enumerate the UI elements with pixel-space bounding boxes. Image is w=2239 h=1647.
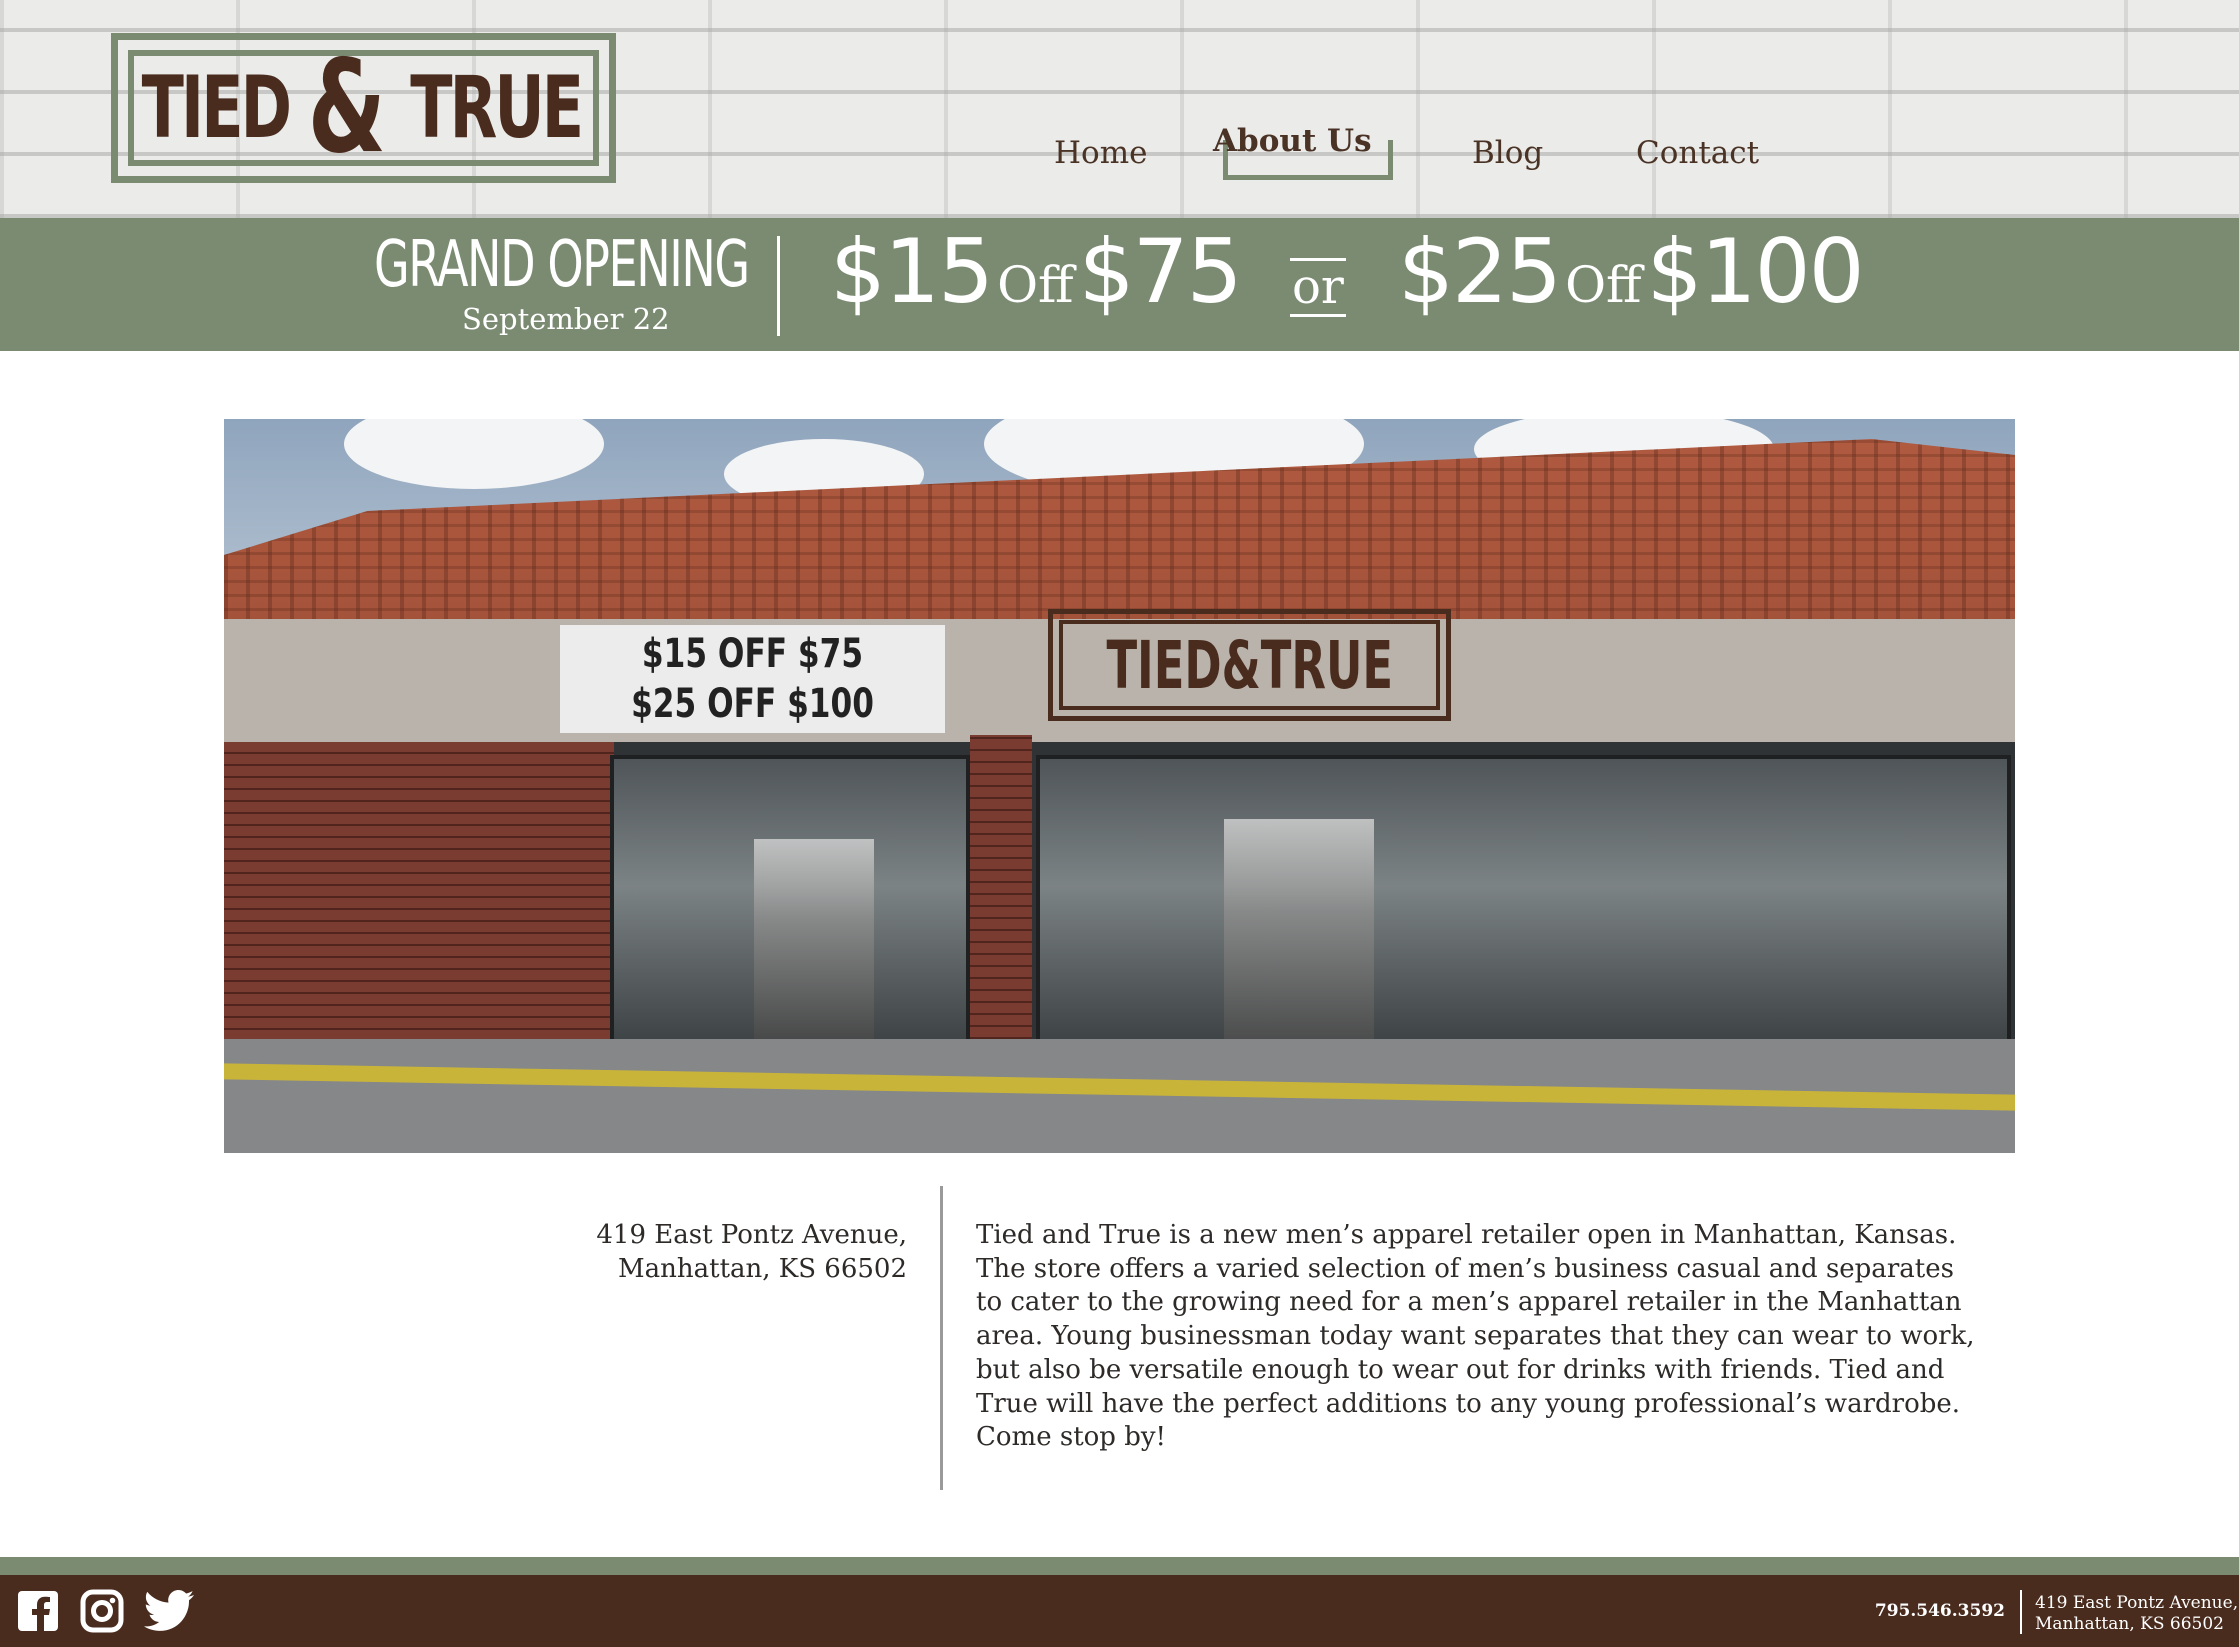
site-footer: 795.546.3592 419 East Pontz Avenue, Manh… [0,1575,2239,1647]
about-description: Tied and True is a new men’s apparel ret… [976,1220,1975,1453]
window-right [1036,755,2011,1045]
sale-sign: $15 OFF $75 $25 OFF $100 [560,625,945,733]
footer-stripe [0,1557,2239,1575]
address-line1: 419 East Pontz Avenue, [596,1220,907,1250]
nav-about-us[interactable]: About Us [1213,123,1372,159]
site-header: TIED & TRUE Home About Us Blog Contact [0,0,2239,218]
promo-banner: GRAND OPENING September 22 $15 Off $75 o… [0,218,2239,351]
offer2-threshold: $100 [1646,220,1865,323]
grand-opening-title: GRAND OPENING [374,228,750,302]
twitter-icon[interactable] [143,1589,196,1633]
logo-ampersand: & [308,33,387,182]
nav-home[interactable]: Home [1054,135,1147,171]
store-address: 419 East Pontz Avenue, Manhattan, KS 665… [560,1218,907,1286]
offer1-threshold: $75 [1078,220,1243,323]
sale-sign-line1: $15 OFF $75 [641,631,864,677]
sale-sign-line2: $25 OFF $100 [631,681,874,727]
offer-25-off-100: $25 Off $100 [1398,228,1865,316]
about-divider [940,1186,943,1490]
store-logo-sign: TIED&TRUE [1048,609,1451,721]
window-poster-man [1224,819,1374,1049]
nav-blog[interactable]: Blog [1472,135,1543,171]
logo-word-true: TRUE [410,58,584,158]
window-poster-man [754,839,874,1039]
address-line2: Manhattan, KS 66502 [618,1254,907,1284]
banner-divider [777,236,780,336]
footer-address-line1: 419 East Pontz Avenue, [2035,1593,2239,1613]
footer-address: 419 East Pontz Avenue, Manhattan, KS 665… [2035,1593,2238,1635]
store-logo-sign-text: TIED&TRUE [1106,626,1393,704]
offer-connector: or [1290,258,1346,317]
facebook-icon[interactable] [16,1589,60,1633]
offer1-amount: $15 [830,220,994,323]
offer2-off: Off [1565,256,1642,314]
cloud [344,419,604,489]
nav-contact[interactable]: Contact [1636,135,1759,171]
storefront-photo: $15 OFF $75 $25 OFF $100 TIED&TRUE [224,419,2015,1153]
instagram-icon[interactable] [80,1589,124,1633]
brick-wall [224,742,614,1042]
offer1-off: Off [997,256,1074,314]
brick-pillar [970,735,1032,1075]
site-logo[interactable]: TIED & TRUE [111,33,616,183]
footer-phone[interactable]: 795.546.3592 [1875,1601,2005,1621]
offer-15-off-75: $15 Off $75 [830,228,1243,316]
grand-opening-date: September 22 [462,302,670,336]
logo-inner-frame: TIED & TRUE [128,44,599,172]
store-logo-sign-inner: TIED&TRUE [1059,620,1440,710]
logo-word-tied: TIED [141,58,291,158]
offer2-amount: $25 [1398,220,1562,323]
footer-address-line2: Manhattan, KS 66502 [2035,1614,2224,1634]
footer-divider [2020,1590,2022,1634]
